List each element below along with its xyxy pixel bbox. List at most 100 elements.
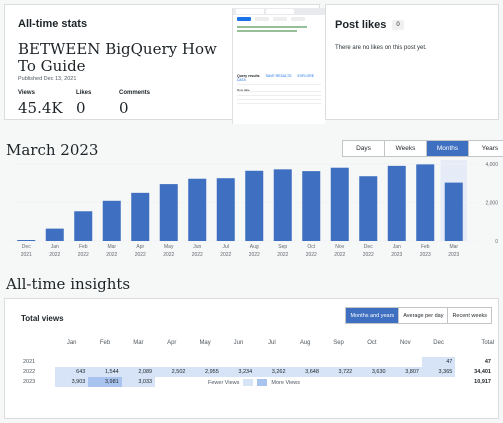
chart-bar [416, 164, 435, 241]
legend-high-swatch [257, 379, 268, 386]
x-tick-month: Jan [51, 244, 59, 250]
post-title[interactable]: BETWEEN BigQuery How To Guide [18, 41, 218, 75]
x-tick-year: 2022 [135, 252, 146, 258]
month-cell [389, 377, 422, 387]
x-tick-month: Sep [278, 244, 287, 250]
period-tabs: Days Weeks Months Years [342, 140, 503, 157]
month-cell [322, 377, 355, 387]
tab-weeks[interactable]: Weeks [385, 141, 427, 156]
chart-bar [131, 192, 150, 241]
column-header: May [199, 340, 211, 346]
comments-value: 0 [119, 99, 129, 117]
x-tick-month: Jul [223, 244, 229, 250]
month-cell: 2,502 [155, 367, 189, 377]
chart-bar [387, 165, 406, 241]
legend-fewer-label: Fewer Views [208, 379, 240, 386]
y-tick-label: 4,000 [485, 162, 498, 168]
month-cell: 3,630 [355, 367, 389, 377]
month-cell: 3,648 [288, 367, 322, 377]
chart-bar [17, 240, 36, 241]
month-cell: 3,234 [221, 367, 256, 377]
chart-bar [359, 176, 378, 241]
post-likes-card: Post likes 0 There are no likes on this … [325, 4, 499, 120]
x-tick-year: 2022 [49, 252, 60, 258]
x-tick-month: Dec [22, 244, 31, 250]
tab-average-per-day[interactable]: Average per day [399, 308, 449, 323]
likes-label: Likes [76, 90, 92, 96]
views-stat: Views 45.4K [18, 90, 63, 117]
x-tick-year: 2023 [391, 252, 402, 258]
month-cell [255, 357, 288, 367]
month-cell: 3,722 [321, 367, 356, 377]
month-cell [222, 357, 255, 367]
chart-bar [302, 171, 321, 241]
views-bar-chart: 0 2,000 4,000 Dec 2021 Jan 2022 Feb 2022 Mar 2022 A… [12, 160, 498, 258]
year-label: 2023 [23, 379, 36, 385]
month-cell [289, 357, 322, 367]
chart-bar [444, 182, 463, 241]
insights-tabs: Months and years Average per day Recent … [345, 307, 492, 324]
insights-card: Total views Months and years Average per… [4, 298, 499, 419]
column-header: Jan [66, 340, 77, 346]
y-tick-label: 0 [495, 239, 498, 245]
likes-count-badge: 0 [392, 20, 404, 30]
x-tick-month: Mar [107, 244, 116, 250]
chart-bar [102, 200, 121, 241]
month-cell [155, 357, 188, 367]
chart-bar [45, 228, 64, 241]
all-time-stats-card: All-time stats BETWEEN BigQuery How To G… [4, 4, 325, 124]
x-tick-month: Feb [421, 244, 430, 250]
y-tick-label: 2,000 [485, 201, 498, 207]
year-total: 34,401 [474, 369, 491, 375]
x-tick-year: 2022 [363, 252, 374, 258]
chart-bar [74, 211, 93, 241]
comments-label: Comments [119, 90, 151, 96]
x-tick-month: Aug [250, 244, 259, 250]
x-tick-year: 2022 [163, 252, 174, 258]
month-cell [122, 357, 155, 367]
tab-months-and-years[interactable]: Months and years [346, 308, 400, 323]
column-header: Aug [299, 340, 311, 346]
month-cell [188, 357, 221, 367]
column-header: Sep [333, 340, 344, 346]
month-cell: 3,262 [255, 367, 289, 377]
tab-recent-weeks[interactable]: Recent weeks [448, 308, 491, 323]
x-tick-year: 2022 [220, 252, 231, 258]
chart-bar [330, 167, 349, 241]
x-tick-year: 2021 [21, 252, 32, 258]
views-label: Views [18, 90, 35, 96]
thumbnail-tabbar [233, 8, 325, 15]
likes-value: 0 [76, 99, 86, 117]
tab-days[interactable]: Days [343, 141, 385, 156]
month-cell [88, 357, 121, 367]
year-total: 10,917 [474, 379, 491, 385]
month-cell: 3,365 [421, 367, 456, 377]
x-tick-month: Jan [393, 244, 401, 250]
insights-title: All-time insights [6, 275, 131, 293]
month-cell [355, 377, 388, 387]
x-tick-year: 2023 [448, 252, 459, 258]
thumbnail-query-results: Query results SAVE RESULTS EXPLORE DATA [237, 74, 321, 85]
x-tick-year: 2022 [334, 252, 345, 258]
month-cell: 2,955 [188, 367, 222, 377]
x-tick-year: 2022 [306, 252, 317, 258]
tab-months[interactable]: Months [427, 141, 469, 156]
month-cell: 3,807 [388, 367, 422, 377]
month-cell [355, 357, 388, 367]
month-cell: 3,981 [88, 377, 122, 387]
month-cell: 1,544 [88, 367, 122, 377]
month-cell: 3,033 [121, 377, 156, 387]
table-row: 2022 643 1,544 2,089 2,502 2,955 3,234 3,262 3,6… [19, 367, 494, 377]
x-tick-year: 2023 [420, 252, 431, 258]
x-tick-year: 2022 [277, 252, 288, 258]
post-featured-image: Query results SAVE RESULTS EXPLORE DATA Ro… [232, 8, 325, 124]
column-header: Jun [233, 340, 244, 346]
chart-bar [159, 184, 178, 241]
x-tick-month: Oct [307, 244, 315, 250]
month-cell: 3,903 [55, 377, 89, 387]
chart-bar [245, 170, 264, 241]
tab-years[interactable]: Years [469, 141, 503, 156]
stats-heading: All-time stats [18, 18, 88, 30]
column-header [19, 338, 55, 348]
likes-stat: Likes 0 [76, 90, 91, 117]
